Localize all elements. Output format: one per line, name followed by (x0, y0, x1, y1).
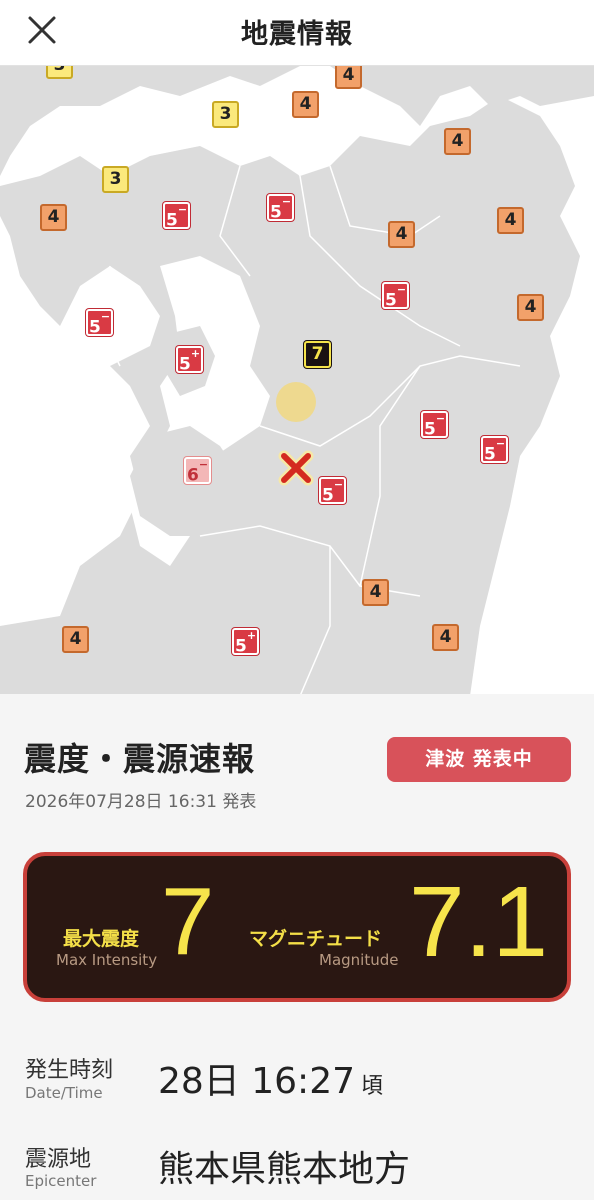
max-intensity-label: 最大震度 (63, 928, 140, 950)
intensity-badge[interactable]: 4 (40, 204, 67, 231)
map-base (0, 66, 594, 696)
intensity-badge[interactable]: 6− (184, 457, 211, 486)
intensity-badge[interactable]: 5− (163, 202, 190, 231)
intensity-badge[interactable]: 4 (444, 128, 471, 155)
max-intensity-value: 7 (161, 868, 215, 975)
info-sheet: 震度・震源速報 2026年07月28日 16:31 発表 津波 発表中 最大震度… (0, 694, 594, 1200)
intensity-summary-card: 最大震度 Max Intensity 7 マグニチュード Magnitude 7… (23, 852, 571, 1002)
epicenter-value: 熊本県熊本地方 (158, 1149, 411, 1190)
earthquake-map[interactable]: 4 3 3 4 4 3 4 5− 5− 4 4 5− 4 5− 5+ 7 5− … (0, 66, 594, 696)
report-issued-time: 2026年07月28日 16:31 発表 (25, 792, 257, 812)
intensity-badge[interactable]: 3 (46, 66, 73, 79)
intensity-badge[interactable]: 4 (62, 626, 89, 653)
intensity-badge[interactable]: 4 (388, 221, 415, 248)
intensity-badge[interactable]: 4 (517, 294, 544, 321)
datetime-value: 28日 16:27 頃 (158, 1052, 383, 1104)
intensity-badge[interactable]: 4 (432, 624, 459, 651)
intensity-badge[interactable]: 4 (335, 66, 362, 89)
intensity-badge[interactable]: 4 (362, 579, 389, 606)
magnitude-label: マグニチュード (249, 928, 383, 950)
epicenter-x-icon[interactable] (272, 444, 320, 492)
intensity-badge[interactable]: 5− (481, 436, 508, 465)
datetime-suffix: 頃 (361, 1074, 384, 1099)
epicenter-label-en: Epicenter (25, 1172, 97, 1190)
report-title: 震度・震源速報 (24, 740, 256, 778)
intensity-badge-max[interactable]: 7 (304, 341, 331, 368)
intensity-badge[interactable]: 5− (86, 309, 113, 338)
intensity-badge[interactable]: 5− (421, 411, 448, 440)
app-header: 地震情報 (0, 0, 594, 66)
page-title: 地震情報 (241, 19, 353, 50)
intensity-badge[interactable]: 5+ (176, 346, 203, 375)
intensity-badge[interactable]: 3 (102, 166, 129, 193)
magnitude-value: 7.1 (409, 866, 549, 978)
intensity-badge[interactable]: 5− (267, 194, 294, 223)
datetime-label: 発生時刻 (25, 1058, 114, 1083)
intensity-badge[interactable]: 4 (292, 91, 319, 118)
intensity-badge[interactable]: 5− (319, 477, 346, 506)
datetime-text: 28日 16:27 (158, 1061, 355, 1102)
magnitude-label-en: Magnitude (319, 951, 399, 969)
tsunami-alert-button[interactable]: 津波 発表中 (387, 737, 571, 782)
max-intensity-label-en: Max Intensity (56, 951, 158, 969)
intensity-badge[interactable]: 3 (212, 101, 239, 128)
intensity-badge[interactable]: 5− (382, 282, 409, 311)
intensity-badge[interactable]: 4 (497, 207, 524, 234)
epicenter-label: 震源地 (25, 1147, 92, 1172)
datetime-label-en: Date/Time (25, 1084, 103, 1102)
intensity-badge[interactable]: 5+ (232, 628, 259, 657)
